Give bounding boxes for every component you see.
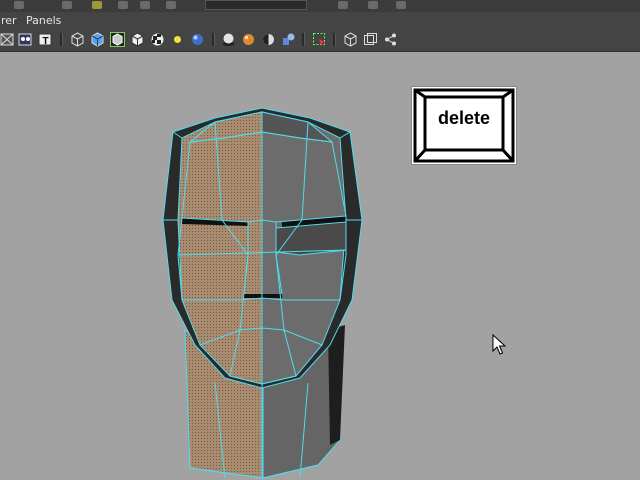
toolbar-icon[interactable] — [396, 1, 406, 9]
half-sphere-icon[interactable] — [261, 32, 276, 47]
light-bulb-icon[interactable] — [170, 32, 185, 47]
shaded-cube-icon[interactable] — [70, 32, 85, 47]
toolbar-icon[interactable] — [92, 1, 102, 9]
multi-object-icon[interactable] — [281, 32, 296, 47]
panel-menubar: rer Panels — [0, 12, 640, 29]
shadow-sphere-icon[interactable] — [221, 32, 236, 47]
svg-text:T: T — [42, 36, 48, 47]
toolbar-icon[interactable] — [62, 1, 72, 9]
share-nodes-icon[interactable] — [383, 32, 398, 47]
toolbar-separator — [212, 33, 215, 46]
3d-viewport[interactable]: delete — [0, 52, 640, 480]
grid-frame-icon[interactable] — [363, 32, 378, 47]
menu-renderer[interactable]: rer — [1, 14, 17, 27]
bounding-box-icon[interactable] — [343, 32, 358, 47]
toolbar-separator — [60, 33, 63, 46]
checker-texture-icon[interactable] — [150, 32, 165, 47]
command-field[interactable] — [205, 0, 307, 10]
select-region-icon[interactable] — [312, 32, 327, 47]
wireframe-icon[interactable] — [0, 32, 15, 47]
delete-key-label: delete — [437, 108, 491, 128]
toolbar-separator — [302, 33, 305, 46]
solid-cube-icon[interactable] — [90, 32, 105, 47]
toolbar-separator — [333, 33, 336, 46]
delete-key-overlay: delete — [411, 86, 517, 165]
head-mesh[interactable] — [0, 52, 640, 480]
toolbar-icon[interactable] — [118, 1, 128, 9]
texture-icon[interactable]: T — [38, 32, 53, 47]
lit-sphere-icon[interactable] — [190, 32, 205, 47]
toolbar-icon[interactable] — [166, 1, 176, 9]
toolbar-icon[interactable] — [14, 1, 24, 9]
toolbar-icon[interactable] — [140, 1, 150, 9]
wireframe-on-shaded-icon[interactable] — [110, 32, 125, 47]
render-sphere-icon[interactable] — [241, 32, 256, 47]
mouse-cursor-icon — [492, 334, 506, 355]
toolbar-icon[interactable] — [338, 1, 348, 9]
wire-cube-icon[interactable] — [130, 32, 145, 47]
toolbar-icon[interactable] — [368, 1, 378, 9]
menu-panels[interactable]: Panels — [26, 14, 61, 27]
smooth-shade-icon[interactable] — [18, 32, 33, 47]
panel-toolbar: T — [0, 29, 640, 52]
